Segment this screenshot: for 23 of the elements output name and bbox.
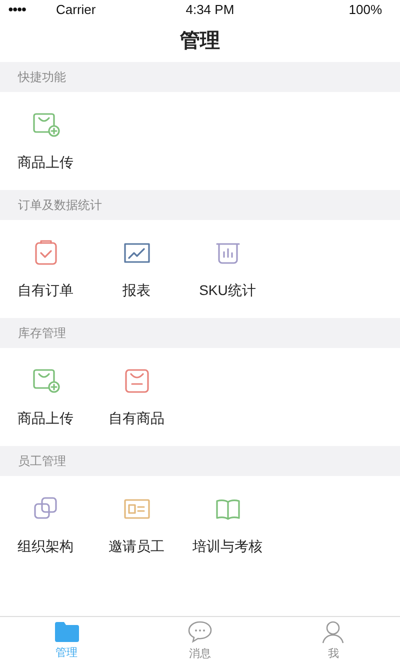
feature-tile[interactable]: 培训与考核: [182, 494, 273, 556]
feature-tile[interactable]: 报表: [91, 238, 182, 300]
page-title: 管理: [180, 29, 220, 54]
carrier-name: Carrier: [56, 1, 96, 20]
battery-level: 100%: [348, 1, 382, 20]
section-header: 快捷功能: [0, 62, 400, 92]
folder-icon: [54, 621, 80, 644]
section-header: 员工管理: [0, 446, 400, 476]
feature-tile[interactable]: 自有订单: [0, 238, 91, 300]
feature-tile[interactable]: 自有商品: [91, 366, 182, 428]
feature-tile[interactable]: 商品上传: [0, 110, 91, 172]
section-header: 库存管理: [0, 318, 400, 348]
status-time: 4:34 PM: [186, 1, 234, 20]
feature-tile[interactable]: 商品上传: [0, 366, 91, 428]
signal-strength: ●●●●: [8, 3, 27, 16]
tab-bar-item[interactable]: 我: [266, 617, 400, 666]
feature-tile[interactable]: SKU统计: [182, 238, 273, 300]
tab-bar-item[interactable]: 消息: [133, 617, 267, 666]
feature-tile[interactable]: 邀请员工: [91, 494, 182, 556]
feature-tile[interactable]: 组织架构: [0, 494, 91, 556]
person-icon: [321, 620, 346, 644]
section-header: 订单及数据统计: [0, 190, 400, 220]
chat-bubble-icon: [186, 620, 213, 644]
